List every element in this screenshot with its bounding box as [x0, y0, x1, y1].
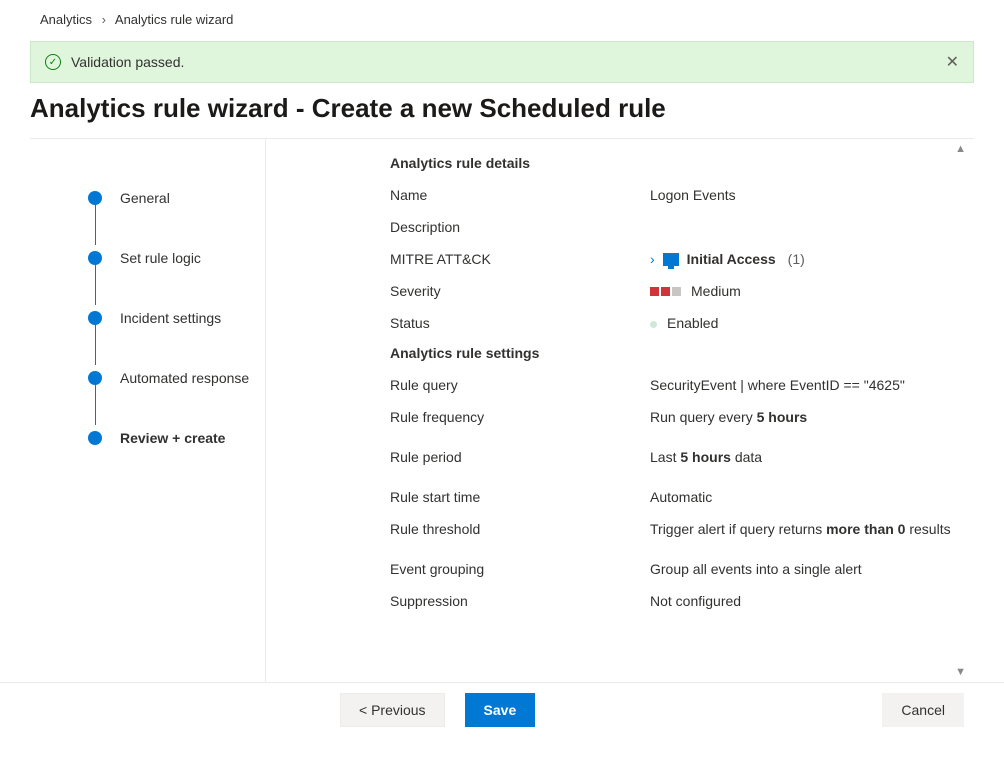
step-dot-icon [88, 191, 102, 205]
step-dot-icon [88, 431, 102, 445]
row-mitre: MITRE ATT&CK › Initial Access (1) [390, 243, 974, 275]
validation-message: Validation passed. [71, 54, 184, 70]
value-event-grouping: Group all events into a single alert [650, 561, 974, 577]
wizard-stepper: General Set rule logic Incident settings… [30, 139, 266, 682]
section-rule-details-header: Analytics rule details [390, 155, 974, 171]
mitre-tactic-name: Initial Access [687, 251, 776, 267]
row-event-grouping: Event grouping Group all events into a s… [390, 545, 974, 585]
previous-button[interactable]: < Previous [340, 693, 445, 727]
step-incident-settings[interactable]: Incident settings [88, 305, 265, 331]
content-frame: General Set rule logic Incident settings… [30, 138, 974, 682]
step-connector-icon [95, 379, 96, 425]
row-suppression: Suppression Not configured [390, 585, 974, 617]
value-rule-start-time: Automatic [650, 489, 974, 505]
severity-bars-icon [650, 287, 681, 296]
value-severity: Medium [650, 283, 974, 299]
chevron-right-icon: › [650, 251, 655, 267]
row-name: Name Logon Events [390, 179, 974, 211]
label-name: Name [390, 187, 650, 203]
footer-bar: < Previous Save Cancel [0, 682, 1004, 737]
row-status: Status Enabled [390, 307, 974, 339]
breadcrumb-root[interactable]: Analytics [40, 12, 92, 27]
label-rule-start-time: Rule start time [390, 489, 650, 505]
label-severity: Severity [390, 283, 650, 299]
row-rule-query: Rule query SecurityEvent | where EventID… [390, 369, 974, 401]
step-dot-icon [88, 311, 102, 325]
save-button[interactable]: Save [465, 693, 536, 727]
step-label: Set rule logic [120, 250, 201, 266]
step-label: Incident settings [120, 310, 221, 326]
step-dot-icon [88, 371, 102, 385]
threshold-bold: more than 0 [826, 521, 905, 537]
label-description: Description [390, 219, 650, 235]
value-name: Logon Events [650, 187, 974, 203]
page-title: Analytics rule wizard - Create a new Sch… [30, 93, 1004, 124]
step-general[interactable]: General [88, 185, 265, 211]
threshold-suffix: results [905, 521, 950, 537]
step-label: Review + create [120, 430, 225, 446]
value-mitre[interactable]: › Initial Access (1) [650, 251, 974, 267]
validation-banner: ✓ Validation passed. ✕ [30, 41, 974, 83]
step-dot-icon [88, 251, 102, 265]
value-rule-frequency: Run query every 5 hours [650, 409, 974, 425]
label-status: Status [390, 315, 650, 331]
label-suppression: Suppression [390, 593, 650, 609]
threshold-prefix: Trigger alert if query returns [650, 521, 826, 537]
severity-text: Medium [691, 283, 741, 299]
step-label: Automated response [120, 370, 249, 386]
value-status: Enabled [650, 315, 974, 331]
row-rule-start-time: Rule start time Automatic [390, 473, 974, 513]
value-rule-period: Last 5 hours data [650, 449, 974, 465]
freq-bold: 5 hours [757, 409, 808, 425]
breadcrumb-separator-icon: › [102, 12, 106, 27]
label-event-grouping: Event grouping [390, 561, 650, 577]
label-rule-frequency: Rule frequency [390, 409, 650, 425]
scroll-down-icon[interactable]: ▼ [955, 666, 966, 678]
tactic-icon [663, 253, 679, 266]
step-connector-icon [95, 199, 96, 245]
row-rule-threshold: Rule threshold Trigger alert if query re… [390, 513, 974, 545]
freq-prefix: Run query every [650, 409, 757, 425]
row-severity: Severity Medium [390, 275, 974, 307]
label-rule-query: Rule query [390, 377, 650, 393]
label-rule-period: Rule period [390, 449, 650, 465]
period-suffix: data [731, 449, 762, 465]
cancel-button[interactable]: Cancel [882, 693, 964, 727]
row-rule-period: Rule period Last 5 hours data [390, 433, 974, 473]
section-rule-settings-header: Analytics rule settings [390, 345, 974, 361]
step-automated-response[interactable]: Automated response [88, 365, 265, 391]
step-connector-icon [95, 259, 96, 305]
period-prefix: Last [650, 449, 680, 465]
value-rule-query: SecurityEvent | where EventID == "4625" [650, 377, 974, 393]
value-suppression: Not configured [650, 593, 974, 609]
close-icon[interactable]: ✕ [946, 52, 959, 72]
label-rule-threshold: Rule threshold [390, 521, 650, 537]
step-label: General [120, 190, 170, 206]
breadcrumb-current: Analytics rule wizard [115, 12, 234, 27]
step-set-rule-logic[interactable]: Set rule logic [88, 245, 265, 271]
row-description: Description [390, 211, 974, 243]
label-mitre: MITRE ATT&CK [390, 251, 650, 267]
breadcrumb: Analytics › Analytics rule wizard [0, 0, 1004, 35]
step-review-create[interactable]: Review + create [88, 425, 265, 451]
scroll-up-icon[interactable]: ▲ [955, 143, 966, 155]
step-connector-icon [95, 319, 96, 365]
review-details[interactable]: ▲ Analytics rule details Name Logon Even… [266, 139, 974, 682]
status-text: Enabled [667, 315, 718, 331]
checkmark-icon: ✓ [45, 54, 61, 70]
status-dot-icon [650, 321, 657, 328]
value-rule-threshold: Trigger alert if query returns more than… [650, 521, 974, 537]
period-bold: 5 hours [680, 449, 731, 465]
row-rule-frequency: Rule frequency Run query every 5 hours [390, 401, 974, 433]
mitre-tactic-count: (1) [788, 251, 805, 267]
